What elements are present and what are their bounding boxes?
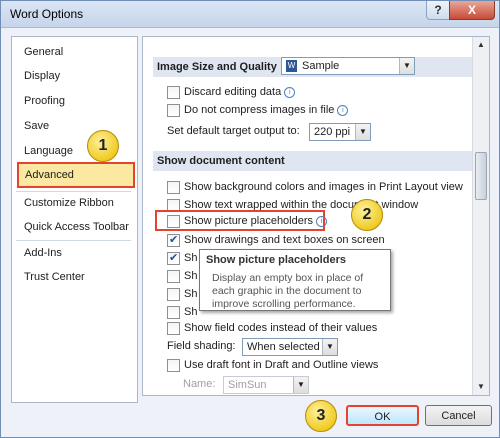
discard-editing-label: Discard editing data i: [184, 83, 296, 101]
option-label: Sh: [184, 252, 198, 264]
section-title: Show document content: [157, 155, 285, 167]
chevron-down-icon: ▼: [355, 124, 370, 140]
discard-editing-text: Discard editing data: [184, 86, 282, 98]
nav-item-trust-center[interactable]: Trust Center: [12, 266, 135, 288]
target-output-select[interactable]: 220 ppi ▼: [309, 123, 371, 141]
picture-placeholders-checkbox[interactable]: [167, 215, 180, 228]
field-shading-select[interactable]: When selected ▼: [242, 338, 338, 356]
info-icon: i: [284, 87, 296, 98]
option-checkbox[interactable]: [167, 306, 180, 319]
help-button[interactable]: ?: [426, 1, 450, 20]
picture-placeholders-text: Show picture placeholders: [184, 215, 314, 227]
close-button[interactable]: X: [449, 1, 495, 20]
word-doc-icon: W: [286, 60, 297, 72]
no-compress-text: Do not compress images in file: [184, 104, 335, 116]
picture-placeholders-label: Show picture placeholders i: [184, 212, 328, 230]
nav-item-customize-ribbon[interactable]: Customize Ribbon: [12, 192, 135, 214]
tooltip-body: Display an empty box in place of each gr…: [212, 272, 364, 310]
option-checkbox[interactable]: [167, 288, 180, 301]
option-label: Show drawings and text boxes on screen: [184, 234, 385, 246]
target-output-label: Set default target output to:: [167, 125, 300, 137]
option-label: Sh: [184, 270, 198, 282]
option-label: Sh: [184, 288, 198, 300]
dialog-title: Word Options: [10, 7, 84, 21]
cancel-button[interactable]: Cancel: [425, 405, 492, 426]
chevron-down-icon: ▼: [293, 377, 308, 393]
nav-item-general[interactable]: General: [12, 41, 135, 63]
picture-placeholders-tooltip: Show picture placeholders Display an emp…: [199, 249, 391, 311]
field-shading-label: Field shading:: [167, 340, 236, 352]
nav-item-add-ins[interactable]: Add-Ins: [12, 242, 135, 264]
draft-font-checkbox[interactable]: [167, 359, 180, 372]
scroll-down-icon[interactable]: ▼: [473, 379, 489, 395]
chevron-down-icon: ▼: [322, 339, 337, 355]
no-compress-checkbox[interactable]: [167, 104, 180, 117]
options-nav: General Display Proofing Save Language A…: [11, 36, 138, 403]
nav-item-quick-access-toolbar[interactable]: Quick Access Toolbar: [12, 216, 135, 238]
draft-font-label: Use draft font in Draft and Outline view…: [184, 359, 379, 371]
info-icon: i: [337, 105, 349, 116]
document-select[interactable]: W Sample ▼: [281, 57, 415, 75]
advanced-options-panel: Image Size and Quality W Sample ▼ Discar…: [142, 36, 490, 396]
callout-two: 2: [351, 199, 383, 231]
tooltip-title: Show picture placeholders: [206, 254, 346, 266]
option-checkbox[interactable]: [167, 231, 180, 249]
option-label: Show field codes instead of their values: [184, 322, 378, 334]
font-name-label: Name:: [183, 378, 216, 390]
option-checkbox[interactable]: [167, 249, 180, 267]
nav-separator: [16, 240, 131, 241]
vertical-scrollbar[interactable]: ▲ ▼: [472, 37, 489, 395]
option-checkbox[interactable]: [167, 322, 180, 335]
discard-editing-checkbox[interactable]: [167, 86, 180, 99]
ok-button[interactable]: OK: [346, 405, 419, 426]
nav-item-proofing[interactable]: Proofing: [12, 90, 135, 112]
font-name-select[interactable]: SimSun ▼: [223, 376, 309, 394]
font-name-value: SimSun: [228, 379, 267, 391]
no-compress-label: Do not compress images in file i: [184, 101, 349, 119]
section-show-document-content: Show document content: [153, 151, 475, 171]
title-bar: Word Options ? X: [1, 1, 499, 28]
word-options-dialog: Word Options ? X General Display Proofin…: [0, 0, 500, 438]
document-select-value: Sample: [302, 60, 340, 72]
field-shading-value: When selected: [247, 341, 320, 353]
nav-item-advanced[interactable]: Advanced: [17, 162, 135, 188]
target-output-value: 220 ppi: [314, 126, 351, 138]
info-icon: i: [316, 216, 328, 227]
section-title: Image Size and Quality: [157, 61, 277, 73]
scroll-up-icon[interactable]: ▲: [473, 37, 489, 53]
scroll-thumb[interactable]: [475, 152, 487, 200]
callout-one: 1: [87, 130, 119, 162]
option-checkbox[interactable]: [167, 270, 180, 283]
option-label: Show background colors and images in Pri…: [184, 181, 463, 193]
chevron-down-icon: ▼: [399, 58, 414, 74]
callout-three: 3: [305, 400, 337, 432]
nav-item-save[interactable]: Save: [12, 115, 135, 137]
nav-item-display[interactable]: Display: [12, 65, 135, 87]
option-checkbox[interactable]: [167, 181, 180, 194]
